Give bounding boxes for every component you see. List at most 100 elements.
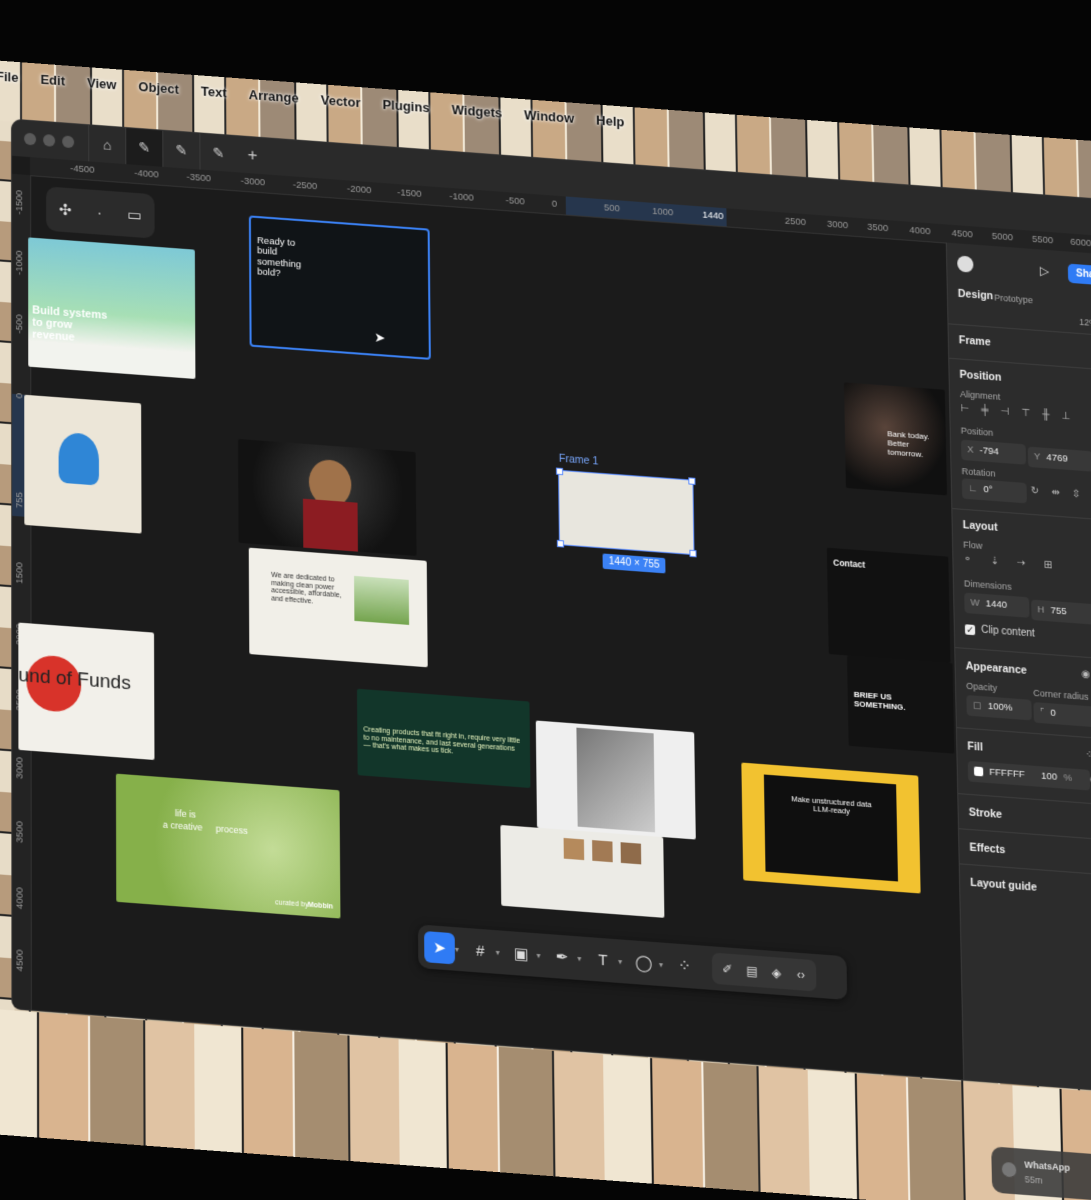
thumb-contact[interactable]: Contact <box>826 547 951 664</box>
flip-vertical-icon[interactable]: ⇳ <box>1072 488 1081 500</box>
resize-handle[interactable] <box>688 477 696 485</box>
corner-radius-field[interactable]: ⌜ 0 <box>1033 702 1091 728</box>
thumb-photo-collage[interactable] <box>535 720 696 840</box>
menu-object[interactable]: Object <box>138 78 179 96</box>
align-center-icon[interactable]: ╪ <box>981 405 988 417</box>
menu-help[interactable]: Help <box>596 112 624 129</box>
figma-logo-icon[interactable]: ✣ <box>59 200 72 219</box>
thumb-life-creative[interactable]: life is a creative process curated by Mo… <box>115 773 341 919</box>
thumb-lion-portrait[interactable] <box>238 438 417 557</box>
dev-mode-button[interactable]: ‹› <box>790 960 813 989</box>
flow-vertical-icon[interactable]: ⇣ <box>990 556 999 568</box>
comment-tool[interactable]: ◯ <box>628 946 659 979</box>
align-top-icon[interactable]: ⊤ <box>1021 408 1030 420</box>
clip-content-checkbox[interactable]: ✓ <box>964 623 976 635</box>
inner-screen: Make unstructured data LLM-ready <box>763 774 898 882</box>
resize-handle[interactable] <box>556 539 565 548</box>
menu-widgets[interactable]: Widgets <box>452 101 503 120</box>
menu-view[interactable]: View <box>87 75 116 92</box>
design-mode-button[interactable]: ▤ <box>741 957 764 986</box>
actions-tool[interactable]: ⁘ <box>669 949 700 982</box>
chevron-down-icon[interactable]: ▾ <box>496 947 500 957</box>
chevron-down-icon[interactable]: ▾ <box>455 944 459 954</box>
zoom-window-button[interactable] <box>62 135 75 149</box>
y-field[interactable]: Y 4769 <box>1027 446 1091 472</box>
thumb-build-systems[interactable]: Build systems to grow revenue <box>28 237 196 379</box>
file-tab-1[interactable]: ✎ <box>125 127 163 167</box>
chevron-down-icon[interactable]: ▾ <box>577 953 581 963</box>
thumb-brief-us[interactable]: BRIEF US SOMETHING. <box>846 655 955 754</box>
frame1-selected[interactable] <box>555 467 697 558</box>
menu-window[interactable]: Window <box>524 107 574 126</box>
align-right-icon[interactable]: ⊣ <box>1000 406 1009 418</box>
move-tool[interactable]: ➤ <box>424 931 456 965</box>
thumb-creating-products[interactable]: Creating products that fit right in, req… <box>356 688 531 789</box>
tab-design[interactable]: Design <box>958 288 994 303</box>
flow-horizontal-icon[interactable]: ⇢ <box>1017 558 1026 570</box>
share-button[interactable]: Share <box>1067 263 1091 286</box>
rotation-field[interactable]: ∟ 0° <box>961 478 1027 504</box>
play-icon[interactable]: ▷ <box>1040 264 1050 279</box>
rotate-icon[interactable]: ↻ <box>1031 485 1040 497</box>
height-field[interactable]: H 755 <box>1031 599 1091 625</box>
menu-plugins[interactable]: Plugins <box>383 96 430 114</box>
section-effects[interactable]: Effects <box>969 841 1005 856</box>
file-tab-3[interactable]: ✎ <box>199 133 237 173</box>
menu-caret-icon[interactable]: · <box>97 204 102 221</box>
whatsapp-notification[interactable]: WhatsApp 55m <box>991 1146 1091 1200</box>
menu-arrange[interactable]: Arrange <box>249 86 299 105</box>
image-tool[interactable]: ▣ <box>506 937 537 970</box>
zoom-level[interactable]: 12% <box>1079 317 1091 328</box>
menu-vector[interactable]: Vector <box>321 92 361 110</box>
panel-toggle-icon[interactable]: ▭ <box>128 205 142 224</box>
section-stroke[interactable]: Stroke <box>969 806 1003 821</box>
section-layout-guide[interactable]: Layout guide <box>970 877 1037 894</box>
resize-handle[interactable] <box>555 467 564 476</box>
text-tool[interactable]: T <box>587 943 618 976</box>
component-button[interactable]: ◈ <box>765 959 788 988</box>
x-field[interactable]: X -794 <box>960 439 1027 465</box>
clip-content-row[interactable]: ✓ Clip content <box>964 623 1035 640</box>
close-window-button[interactable] <box>24 132 37 146</box>
flip-horizontal-icon[interactable]: ⇹ <box>1051 487 1060 499</box>
fill-swatch[interactable] <box>973 766 984 777</box>
pen-tool[interactable]: ✒ <box>547 940 578 973</box>
thumb-llm-ready[interactable]: Make unstructured data LLM-ready <box>741 762 921 894</box>
opacity-field[interactable]: ▢ 100% <box>966 695 1032 721</box>
minimize-window-button[interactable] <box>43 133 56 147</box>
chevron-down-icon[interactable]: ▾ <box>536 950 540 960</box>
fill-opacity: 100 <box>1041 770 1058 783</box>
thumb-fund-of-funds[interactable]: und of Funds <box>18 622 155 761</box>
avatar[interactable] <box>957 255 974 273</box>
draw-mode-button[interactable]: ✐ <box>716 955 739 984</box>
thumb-gallery[interactable] <box>500 824 665 918</box>
fill-row[interactable]: FFFFFF 100 % <box>967 760 1091 791</box>
menu-edit[interactable]: Edit <box>40 71 65 88</box>
design-canvas[interactable]: -4500 -4000 -3500 -3000 -2500 -2000 -150… <box>12 155 1091 1092</box>
flow-buttons: ⚬ ⇣ ⇢ ⊞ <box>963 554 1052 572</box>
home-tab[interactable]: ⌂ <box>88 125 126 165</box>
file-tab-2[interactable]: ✎ <box>162 130 200 170</box>
new-tab-button[interactable]: + <box>236 144 268 166</box>
flow-grid-icon[interactable]: ⊞ <box>1044 560 1053 572</box>
width-field[interactable]: W 1440 <box>964 592 1030 618</box>
align-middle-icon[interactable]: ╫ <box>1042 409 1049 421</box>
visibility-icon[interactable]: ◉ <box>1081 669 1090 681</box>
align-left-icon[interactable]: ⊢ <box>960 403 969 415</box>
thumb-ready-to-build[interactable]: Ready to build something bold? ➤ <box>248 215 431 360</box>
thumb-clean-power[interactable]: We are dedicated to making clean power a… <box>248 547 428 668</box>
frame-type-dropdown[interactable]: Frame <box>959 334 991 348</box>
thumb-bank-today[interactable]: Bank today. Better tomorrow. <box>843 382 948 496</box>
align-bottom-icon[interactable]: ⊥ <box>1061 411 1070 423</box>
frame-tool[interactable]: # <box>465 934 496 967</box>
flow-free-icon[interactable]: ⚬ <box>963 554 972 566</box>
tab-prototype[interactable]: Prototype <box>994 292 1033 305</box>
chevron-down-icon[interactable]: ▾ <box>618 956 622 966</box>
frame1-label[interactable]: Frame 1 <box>559 453 599 468</box>
resize-handle[interactable] <box>689 549 697 558</box>
chevron-down-icon[interactable]: ▾ <box>659 959 663 969</box>
fill-styles-icon[interactable]: ⁘ <box>1085 749 1091 761</box>
thumb-figure-illustration[interactable] <box>24 394 142 534</box>
menu-file[interactable]: File <box>0 68 18 85</box>
menu-text[interactable]: Text <box>201 83 227 100</box>
